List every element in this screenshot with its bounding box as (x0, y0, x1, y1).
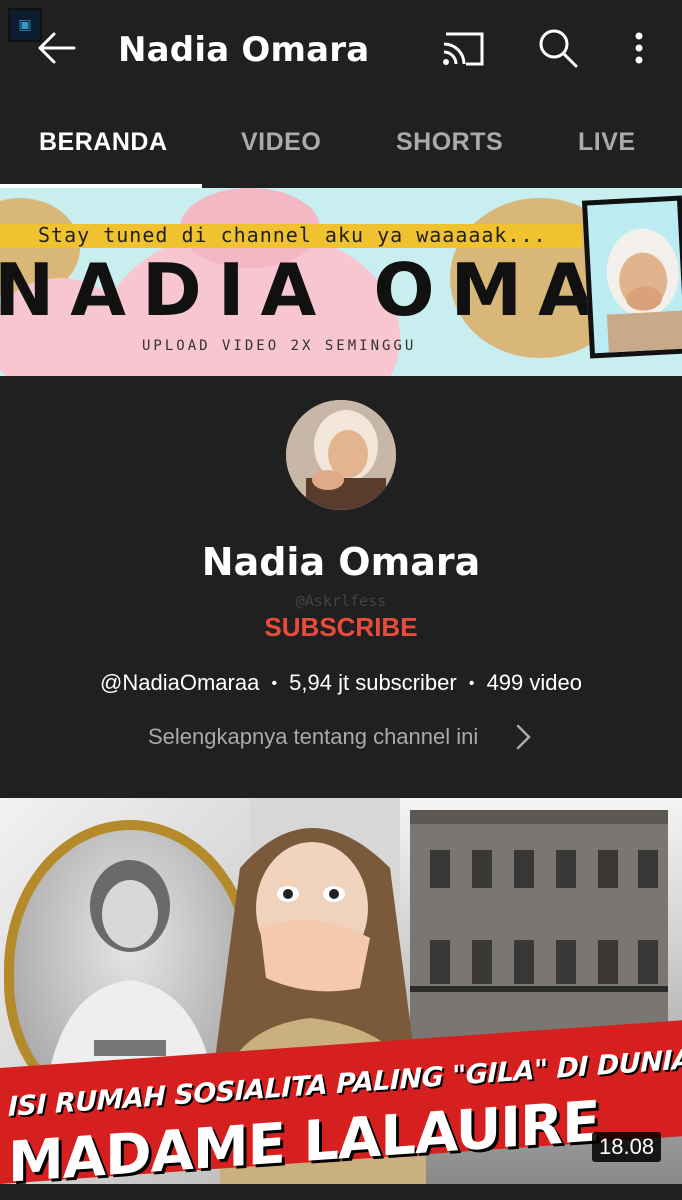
channel-handle: @NadiaOmaraa (100, 670, 260, 695)
banner-tagline: Stay tuned di channel aku ya waaaaak... (38, 223, 547, 247)
about-channel-link[interactable]: Selengkapnya tentang channel ini (148, 724, 478, 750)
video-count: 499 video (486, 670, 582, 695)
featured-video-thumbnail[interactable]: ISI RUMAH SOSIALITA PALING "GILA" DI DUN… (0, 798, 682, 1184)
channel-name: Nadia Omara (201, 540, 481, 584)
video-duration-badge: 18.08 (592, 1132, 662, 1162)
watermark-text: @Askrlfess (295, 592, 387, 610)
channel-tabs: BERANDA VIDEO SHORTS LIVE (0, 100, 682, 188)
channel-info: Nadia Omara @Askrlfess SUBSCRIBE @NadiaO… (0, 376, 682, 798)
tab-beranda[interactable]: BERANDA (39, 128, 168, 157)
tab-live[interactable]: LIVE (578, 128, 636, 157)
banner-channel-name: NADIA OMARA (0, 248, 682, 332)
more-vert-icon[interactable] (624, 28, 654, 68)
banner-upload-schedule: UPLOAD VIDEO 2X SEMINGGU (142, 338, 417, 354)
channel-meta: @NadiaOmaraa • 5,94 jt subscriber • 499 … (0, 670, 682, 696)
subscribe-button[interactable]: SUBSCRIBE (0, 612, 682, 643)
chevron-right-icon[interactable] (512, 722, 534, 752)
subscriber-count: 5,94 jt subscriber (289, 670, 457, 695)
page-title: Nadia Omara (118, 30, 370, 70)
banner-portrait-photo (581, 195, 682, 359)
meta-separator: • (468, 675, 475, 692)
channel-banner: Stay tuned di channel aku ya waaaaak... … (0, 188, 682, 376)
tab-shorts[interactable]: SHORTS (396, 128, 503, 157)
cast-icon[interactable] (440, 28, 486, 68)
back-arrow-icon[interactable] (34, 26, 78, 70)
search-icon[interactable] (536, 26, 580, 70)
bottom-edge (0, 1184, 682, 1200)
channel-avatar[interactable] (286, 400, 396, 510)
tab-video[interactable]: VIDEO (241, 128, 321, 157)
top-app-bar: Nadia Omara (0, 0, 682, 100)
meta-separator: • (271, 675, 278, 692)
